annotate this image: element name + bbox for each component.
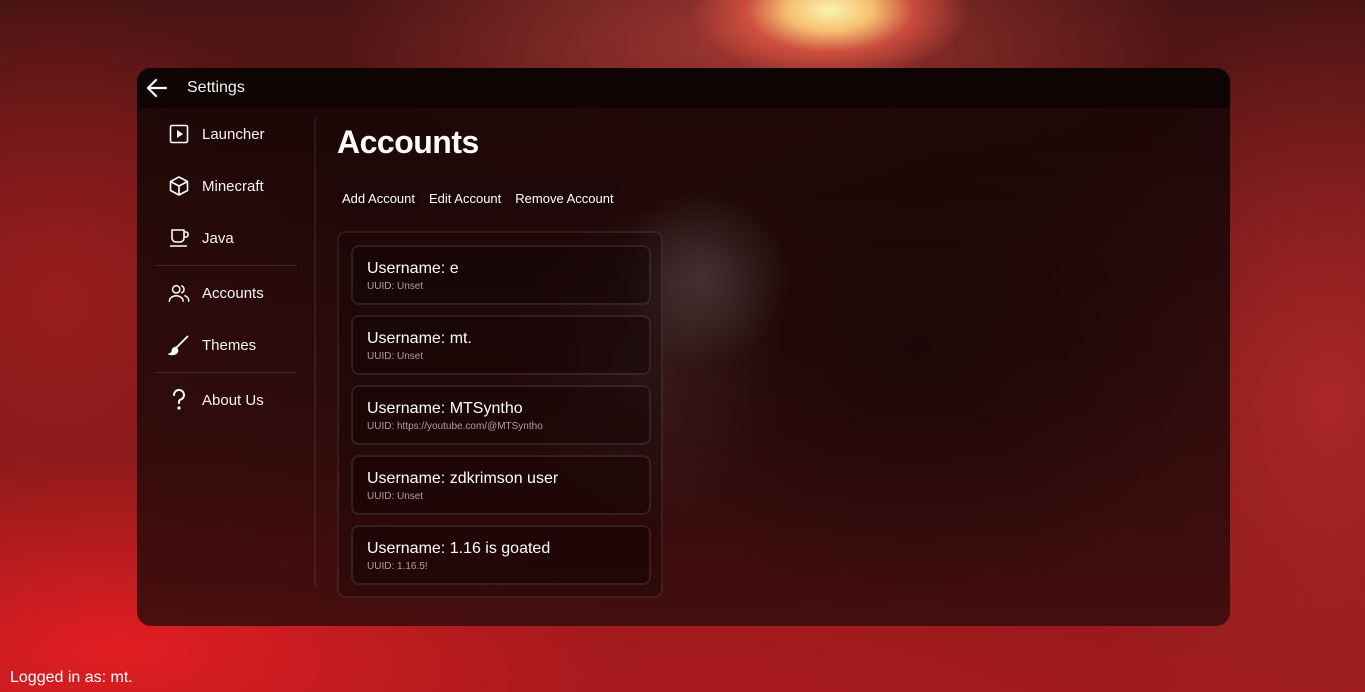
page-title: Accounts [337, 124, 479, 160]
sidebar-divider [314, 118, 316, 586]
coffee-cup-icon [168, 227, 190, 249]
sidebar: Launcher Minecraft Java Accounts Themes … [155, 108, 297, 426]
account-uuid: UUID: Unset [367, 491, 424, 502]
account-card[interactable]: Username: mt. UUID: Unset [351, 315, 651, 375]
remove-account-button[interactable]: Remove Account [510, 188, 619, 209]
sidebar-item-label: About Us [202, 391, 264, 409]
account-uuid: UUID: Unset [367, 281, 424, 292]
sidebar-item-label: Minecraft [202, 177, 264, 195]
sidebar-item-java[interactable]: Java [155, 212, 297, 264]
sidebar-item-label: Java [202, 229, 234, 247]
brush-icon [168, 334, 190, 356]
account-actions: Add Account Edit Account Remove Account [337, 188, 619, 209]
login-status: Logged in as: mt. [10, 669, 133, 686]
add-account-button[interactable]: Add Account [337, 188, 420, 209]
cube-icon [168, 175, 190, 197]
play-square-icon [168, 123, 190, 145]
question-mark-icon [168, 389, 190, 411]
account-uuid: UUID: 1.16.5! [367, 561, 428, 572]
settings-window: Settings Launcher Minecraft Java Account… [137, 68, 1230, 626]
sidebar-item-label: Launcher [202, 125, 265, 143]
account-card[interactable]: Username: e UUID: Unset [351, 245, 651, 305]
nav-divider [155, 372, 297, 373]
sidebar-item-label: Accounts [202, 284, 264, 302]
account-username: Username: zdkrimson user [367, 470, 559, 487]
users-icon [168, 282, 190, 304]
sidebar-item-minecraft[interactable]: Minecraft [155, 160, 297, 212]
account-username: Username: MTSyntho [367, 400, 523, 417]
sidebar-item-about-us[interactable]: About Us [155, 374, 297, 426]
back-arrow-icon[interactable] [145, 76, 169, 100]
account-uuid: UUID: Unset [367, 351, 424, 362]
account-username: Username: 1.16 is goated [367, 540, 551, 557]
sidebar-item-label: Themes [202, 336, 257, 354]
sidebar-item-launcher[interactable]: Launcher [155, 108, 297, 160]
account-username: Username: mt. [367, 330, 472, 347]
account-uuid: UUID: https://youtube.com/@MTSyntho [367, 421, 543, 432]
account-card[interactable]: Username: MTSyntho UUID: https://youtube… [351, 385, 651, 445]
account-username: Username: e [367, 260, 459, 277]
sidebar-item-themes[interactable]: Themes [155, 319, 297, 371]
account-card[interactable]: Username: zdkrimson user UUID: Unset [351, 455, 651, 515]
account-card[interactable]: Username: 1.16 is goated UUID: 1.16.5! [351, 525, 651, 585]
edit-account-button[interactable]: Edit Account [424, 188, 507, 209]
window-title: Settings [187, 79, 245, 96]
sidebar-item-accounts[interactable]: Accounts [155, 267, 297, 319]
accounts-list: Username: e UUID: Unset Username: mt. UU… [337, 231, 663, 598]
nav-divider [155, 265, 297, 266]
title-bar: Settings [137, 68, 1230, 108]
